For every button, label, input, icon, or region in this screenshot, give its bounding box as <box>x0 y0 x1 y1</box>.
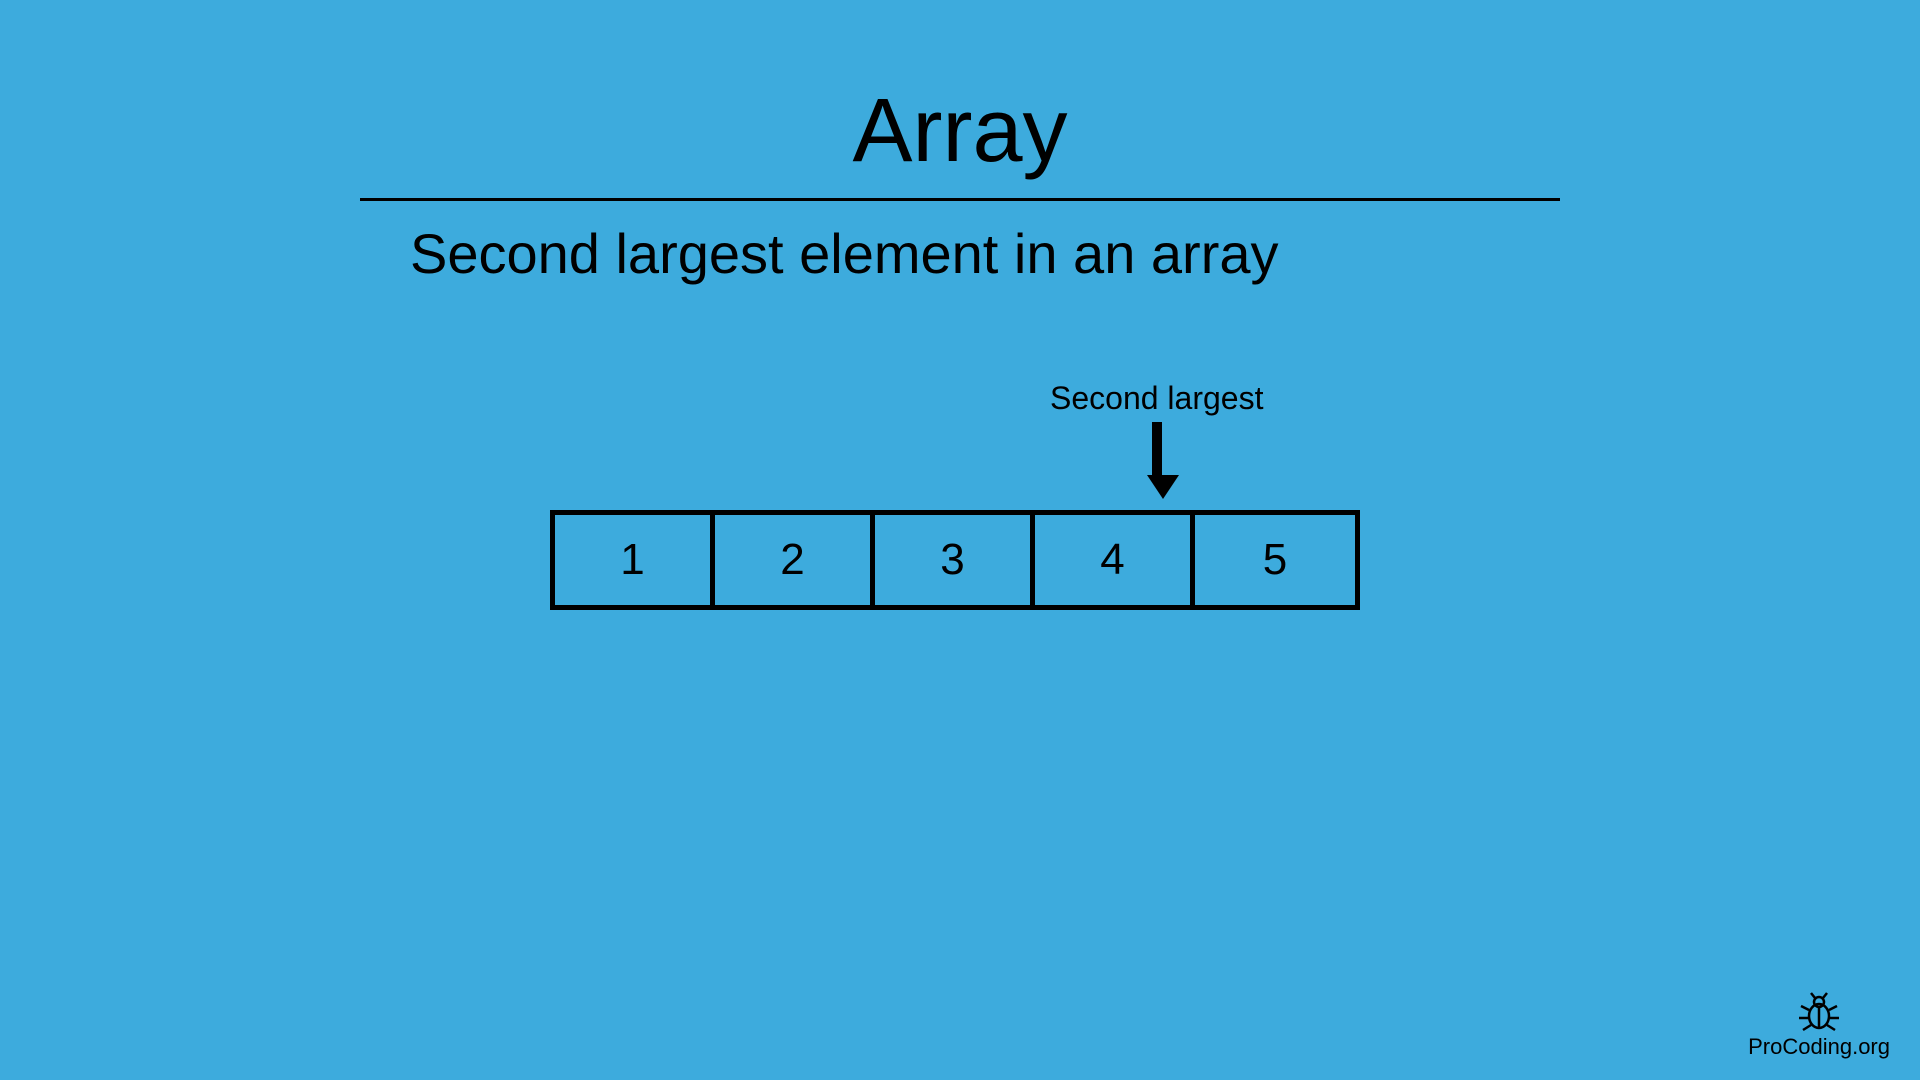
array-cell: 1 <box>555 515 715 605</box>
footer: ProCoding.org <box>1748 992 1890 1060</box>
title-divider <box>360 198 1560 201</box>
down-arrow-icon <box>1147 422 1167 497</box>
annotation: Second largest <box>1050 380 1263 497</box>
array-cell: 2 <box>715 515 875 605</box>
annotation-label: Second largest <box>1050 380 1263 417</box>
page-subtitle: Second largest element in an array <box>360 221 1560 286</box>
page-title: Array <box>360 80 1560 193</box>
array-cell: 3 <box>875 515 1035 605</box>
array-row: 1 2 3 4 5 <box>550 510 1360 610</box>
bug-icon <box>1795 992 1843 1032</box>
footer-text: ProCoding.org <box>1748 1034 1890 1060</box>
array-cell: 5 <box>1195 515 1355 605</box>
array-cell: 4 <box>1035 515 1195 605</box>
title-section: Array Second largest element in an array <box>360 80 1560 286</box>
